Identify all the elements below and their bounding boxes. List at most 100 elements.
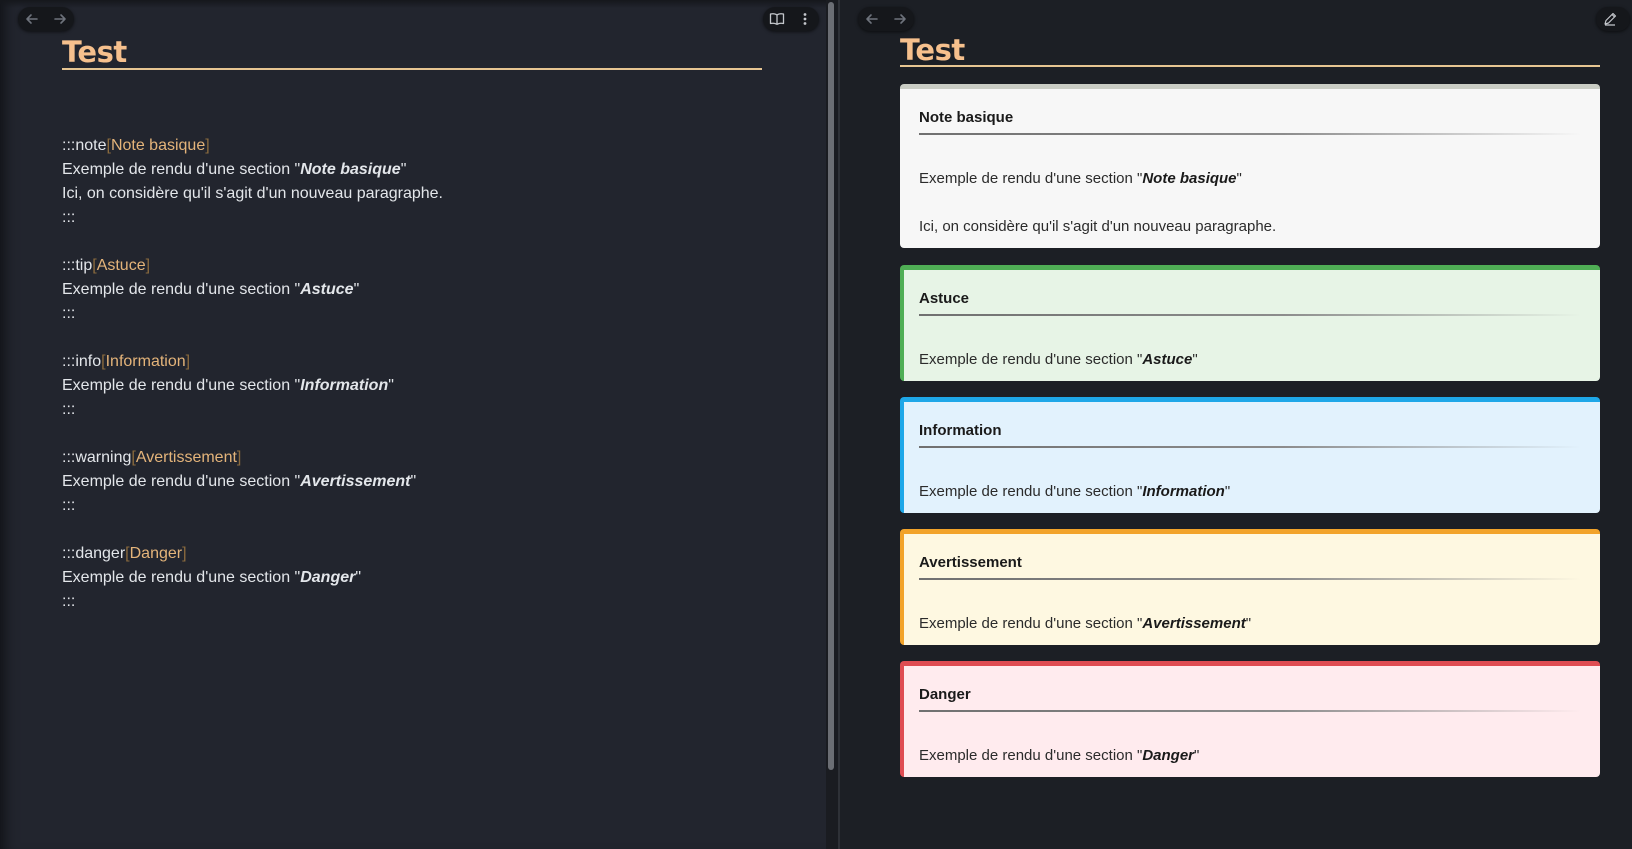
- directive-close[interactable]: :::: [62, 206, 762, 230]
- directive-keyword: :::note: [62, 137, 107, 154]
- bracket: ]: [236, 449, 242, 466]
- emphasis-text: Information: [1142, 483, 1225, 500]
- callout-danger: Danger Exemple de rendu d'une section "D…: [900, 661, 1600, 777]
- text: ": [1245, 615, 1252, 632]
- directive-keyword: :::danger: [62, 545, 126, 562]
- callout-note: Note basique Exemple de rendu d'une sect…: [900, 84, 1600, 248]
- directive-line-tip[interactable]: :::tip[Astuce]: [62, 254, 762, 278]
- emphasis-text: Avertissement: [300, 473, 411, 490]
- directive-attr: Avertissement: [135, 449, 237, 466]
- text: Exemple de rendu d'une section ": [62, 161, 301, 178]
- bracket: ]: [205, 137, 210, 154]
- callout-paragraph: Ici, on considère qu'il s'agit d'un nouv…: [919, 218, 1277, 235]
- text: Exemple de rendu d'une section ": [62, 569, 301, 586]
- pane-top-shadow: [0, 0, 826, 8]
- content-line[interactable]: Exemple de rendu d'une section "Informat…: [62, 374, 762, 398]
- preview-title: Test: [900, 33, 965, 67]
- text: ": [1236, 170, 1242, 187]
- text: Exemple de rendu d'une section ": [62, 377, 301, 394]
- callout-paragraph: Exemple de rendu d'une section "Danger": [919, 746, 1581, 766]
- back-icon[interactable]: [858, 7, 886, 31]
- editor-view-actions: [763, 7, 819, 31]
- emphasis-text: Astuce: [1142, 351, 1193, 368]
- text: Exemple de rendu d'une section ": [919, 170, 1143, 187]
- callout-title: Avertissement: [919, 554, 1022, 571]
- directive-close[interactable]: :::: [62, 590, 762, 614]
- callout-title: Information: [919, 422, 1002, 439]
- text: ": [353, 281, 360, 298]
- emphasis-text: Astuce: [300, 281, 354, 298]
- content-line[interactable]: Ici, on considère qu'il s'agit d'un nouv…: [62, 182, 762, 206]
- directive-attr: Danger: [129, 545, 183, 562]
- content-line[interactable]: Exemple de rendu d'une section "Danger": [62, 566, 762, 590]
- content-line[interactable]: Exemple de rendu d'une section "Astuce": [62, 278, 762, 302]
- text: ": [1224, 483, 1231, 500]
- bracket: ]: [145, 257, 151, 274]
- callout-title-rule: [919, 133, 1581, 135]
- back-icon[interactable]: [18, 7, 46, 31]
- callout-paragraph: Exemple de rendu d'une section "Informat…: [919, 482, 1581, 502]
- emphasis-text: Avertissement: [1142, 615, 1246, 632]
- text: Exemple de rendu d'une section ": [62, 281, 301, 298]
- directive-close[interactable]: :::: [62, 398, 762, 422]
- emphasis-text: Information: [300, 377, 389, 394]
- book-open-icon[interactable]: [763, 7, 791, 31]
- directive-close[interactable]: :::: [62, 302, 762, 326]
- text: ": [400, 161, 407, 178]
- callout-title-rule: [919, 578, 1581, 580]
- preview-view-actions: [1596, 7, 1630, 31]
- callout-title: Danger: [919, 686, 971, 703]
- text: Exemple de rendu d'une section ": [62, 473, 301, 490]
- directive-attr: Astuce: [96, 257, 146, 274]
- directive-line-warning[interactable]: :::warning[Avertissement]: [62, 446, 762, 470]
- callout-warning: Avertissement Exemple de rendu d'une sec…: [900, 529, 1600, 645]
- text: ": [355, 569, 362, 586]
- callout-title: Astuce: [919, 290, 970, 307]
- directive-line-danger[interactable]: :::danger[Danger]: [62, 542, 762, 566]
- directive-keyword: :::info: [62, 353, 102, 370]
- markdown-editor[interactable]: :::note[Note basique] Exemple de rendu d…: [62, 134, 762, 614]
- callout-title-rule: [919, 314, 1581, 316]
- directive-keyword: :::tip: [62, 257, 93, 274]
- directive-attr: Information: [105, 353, 186, 370]
- callout-paragraph: Exemple de rendu d'une section "Avertiss…: [919, 614, 1581, 634]
- callout-paragraph: Exemple de rendu d'une section "Note bas…: [919, 169, 1581, 189]
- app-window: Test :::note[Note basique] Exemple de re…: [0, 0, 1632, 849]
- more-options-icon[interactable]: [791, 7, 819, 31]
- pencil-icon[interactable]: [1596, 7, 1624, 31]
- text: Exemple de rendu d'une section ": [919, 747, 1143, 764]
- title-underline: [62, 68, 762, 70]
- directive-attr: Note basique: [110, 137, 206, 154]
- callout-info: Information Exemple de rendu d'une secti…: [900, 397, 1600, 513]
- text: ": [388, 377, 394, 394]
- text: ": [1194, 747, 1200, 764]
- directive-close[interactable]: :::: [62, 494, 762, 518]
- text: ": [1192, 351, 1198, 368]
- editor-nav-controls: [18, 7, 74, 31]
- callout-title-rule: [919, 446, 1581, 448]
- preview-nav-controls: [858, 7, 914, 31]
- callout-title-rule: [919, 710, 1581, 712]
- page-title: Test: [62, 35, 127, 69]
- bracket: ]: [185, 353, 191, 370]
- bracket: ]: [182, 545, 187, 562]
- emphasis-text: Note basique: [300, 161, 401, 178]
- text: Exemple de rendu d'une section ": [919, 351, 1143, 368]
- directive-line-info[interactable]: :::info[Information]: [62, 350, 762, 374]
- title-underline: [900, 65, 1600, 67]
- directive-line-note[interactable]: :::note[Note basique]: [62, 134, 762, 158]
- emphasis-text: Danger: [1142, 747, 1195, 764]
- callout-tip: Astuce Exemple de rendu d'une section "A…: [900, 265, 1600, 381]
- content-line[interactable]: Exemple de rendu d'une section "Avertiss…: [62, 470, 762, 494]
- callout-title: Note basique: [919, 109, 1014, 126]
- content-line[interactable]: Exemple de rendu d'une section "Note bas…: [62, 158, 762, 182]
- forward-icon[interactable]: [46, 7, 74, 31]
- emphasis-text: Danger: [300, 569, 356, 586]
- text: ": [410, 473, 417, 490]
- forward-icon[interactable]: [886, 7, 914, 31]
- editor-scrollbar-thumb[interactable]: [828, 2, 834, 770]
